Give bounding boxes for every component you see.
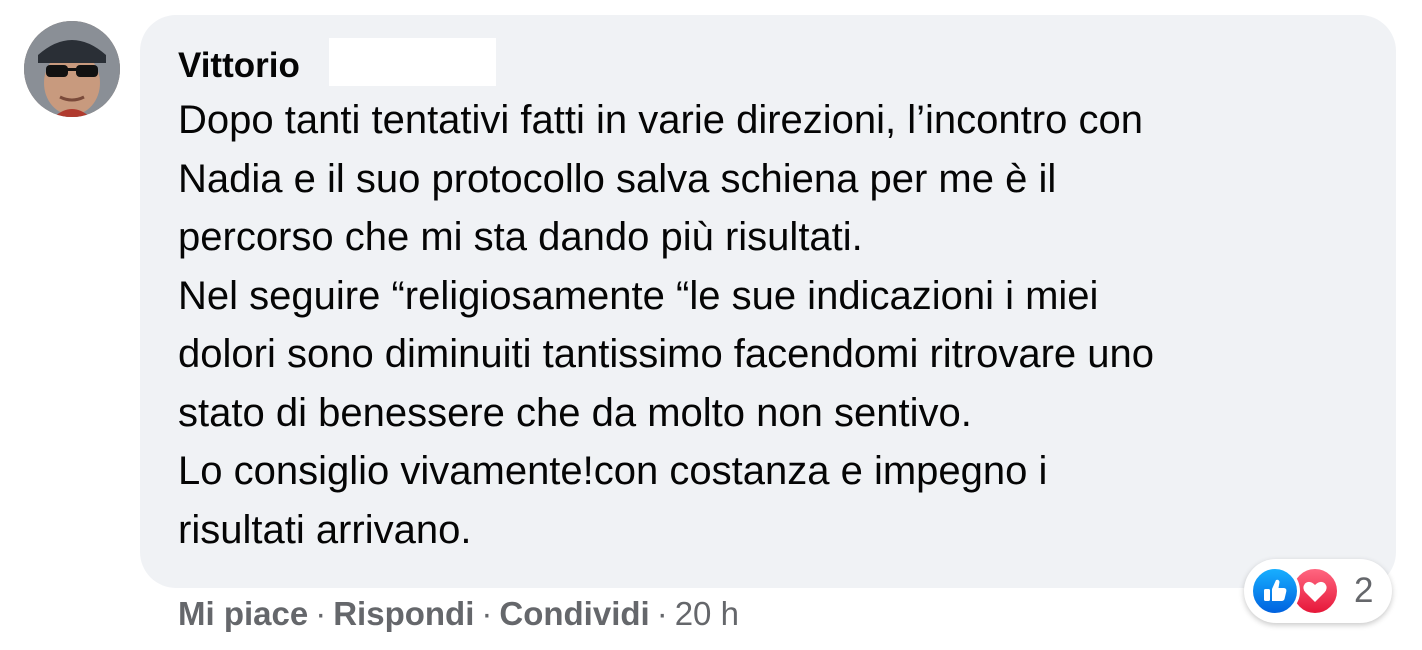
comment-text-line: Nel seguire “religiosamente “le sue indi… <box>178 273 1099 318</box>
comment-text-line: Lo consiglio vivamente!con costanza e im… <box>178 449 1048 493</box>
comment-text-line: dolori sono diminuiti tantissimo facendo… <box>178 332 1155 376</box>
comment-text-line: stato di benessere che da molto non sent… <box>178 390 972 435</box>
separator: · <box>315 595 327 632</box>
like-icon <box>1250 566 1300 616</box>
separator: · <box>481 595 493 632</box>
comment-text: Dopo tanti tentativi fatti in varie dire… <box>178 91 1154 559</box>
comment-bubble: Vittorio Dopo tanti tentativi fatti in v… <box>140 15 1396 588</box>
avatar[interactable] <box>24 21 120 117</box>
timestamp[interactable]: 20 h <box>675 595 739 632</box>
comment-author[interactable]: Vittorio <box>178 45 300 87</box>
like-button[interactable]: Mi piace <box>178 595 308 632</box>
reaction-count: 2 <box>1354 571 1374 610</box>
comment-text-line: Dopo tanti tentativi fatti in varie dire… <box>178 98 1143 142</box>
comment-text-line: percorso che mi sta dando più risultati. <box>178 215 863 259</box>
reply-button[interactable]: Rispondi <box>333 595 474 632</box>
redacted-surname <box>329 38 496 86</box>
separator: · <box>656 595 668 632</box>
comment-text-line: risultati arrivano. <box>178 507 472 552</box>
share-button[interactable]: Condividi <box>499 595 649 632</box>
comment-actions: Mi piace · Rispondi · Condividi · 20 h <box>178 592 739 636</box>
reactions-summary[interactable]: 2 <box>1244 559 1392 623</box>
comment-text-line: Nadia e il suo protocollo salva schiena … <box>178 156 1057 201</box>
